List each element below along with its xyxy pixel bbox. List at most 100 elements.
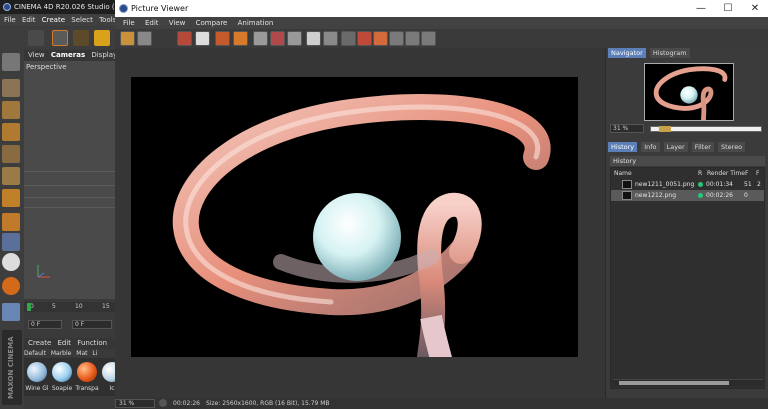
c4d-logo-icon xyxy=(3,3,11,11)
model-mode-icon[interactable] xyxy=(2,79,20,97)
edges-mode-icon[interactable] xyxy=(2,167,20,185)
navigator-zoom-slider[interactable] xyxy=(650,126,762,132)
material-menu-function[interactable]: Function xyxy=(77,339,107,347)
material-swatch[interactable]: Ic xyxy=(100,360,115,394)
c4d-menu-select[interactable]: Select xyxy=(71,16,93,24)
play-icon[interactable] xyxy=(405,31,420,46)
workplane-lock-icon[interactable] xyxy=(2,303,20,321)
select-tool-icon[interactable] xyxy=(52,30,68,46)
axis-gizmo-icon xyxy=(37,265,50,278)
history-row[interactable]: new1211_0051.png 00:01:34 51 2 xyxy=(611,179,764,190)
minimize-button[interactable]: — xyxy=(688,0,714,17)
pv-menu-view[interactable]: View xyxy=(169,19,186,27)
texture-mode-icon[interactable] xyxy=(2,101,20,119)
scale-tool-icon[interactable] xyxy=(94,30,110,46)
tab-filter[interactable]: Filter xyxy=(691,142,714,152)
c4d-menu-tools[interactable]: Tools xyxy=(99,16,115,24)
fit-icon[interactable] xyxy=(357,31,372,46)
close-button[interactable]: ✕ xyxy=(742,0,768,17)
points-mode-icon[interactable] xyxy=(2,145,20,163)
navigator-thumbnail[interactable] xyxy=(644,63,734,121)
channel-a-icon[interactable] xyxy=(306,31,321,46)
c4d-viewport[interactable]: Perspective xyxy=(24,61,115,299)
pv-menu-edit[interactable]: Edit xyxy=(145,19,159,27)
tab-info[interactable]: Info xyxy=(641,142,660,152)
copy-icon[interactable] xyxy=(215,31,230,46)
material-menu-edit[interactable]: Edit xyxy=(58,339,72,347)
sphere xyxy=(313,193,401,281)
material-tab[interactable]: Marble xyxy=(51,350,72,357)
axis-mode-icon[interactable] xyxy=(2,213,20,231)
material-tab[interactable]: Mat xyxy=(76,350,87,357)
status-zoom-field[interactable]: 31 % xyxy=(115,399,155,408)
channel-rgb-icon[interactable] xyxy=(323,31,338,46)
open-folder-icon[interactable] xyxy=(120,31,135,46)
tab-layer[interactable]: Layer xyxy=(663,142,688,152)
save-icon[interactable] xyxy=(137,31,152,46)
material-name: Soapie xyxy=(51,385,73,392)
material-swatch[interactable]: Transpa xyxy=(75,360,99,394)
material-tab[interactable]: Default xyxy=(24,350,46,357)
pv-menu-compare[interactable]: Compare xyxy=(196,19,228,27)
pv-menu-file[interactable]: File xyxy=(123,19,135,27)
rendered-image[interactable] xyxy=(131,77,578,357)
tab-navigator[interactable]: Navigator xyxy=(608,48,646,58)
pv-status-bar: 31 % 00:02:26 Size: 2560x1600, RGB (16 B… xyxy=(115,398,768,409)
redo-icon[interactable] xyxy=(28,30,44,46)
status-render-time: 00:02:26 xyxy=(173,400,200,407)
material-swatch[interactable]: Soapie xyxy=(50,360,74,394)
zoom-stepper-icon[interactable] xyxy=(159,399,167,407)
column-header-render-time[interactable]: Render Time xyxy=(707,169,745,178)
region-icon[interactable] xyxy=(177,31,192,46)
paste-icon[interactable] xyxy=(233,31,248,46)
navigator-tabs: Navigator Histogram xyxy=(608,48,692,58)
min-frame-field[interactable]: 0 F xyxy=(72,320,112,329)
grid-line xyxy=(24,171,115,172)
column-header-f[interactable]: F xyxy=(745,169,748,178)
column-header-name[interactable]: Name xyxy=(614,169,632,178)
zoom-slider-knob[interactable] xyxy=(659,126,671,132)
navigator-zoom-field[interactable]: 31 % xyxy=(610,124,644,133)
magnet-icon[interactable] xyxy=(2,277,20,295)
viewport-menu-display[interactable]: Display xyxy=(91,51,115,59)
c4d-menu-edit[interactable]: Edit xyxy=(22,16,36,24)
material-swatch[interactable]: Wine Gl xyxy=(25,360,49,394)
last-frame-icon[interactable] xyxy=(421,31,436,46)
image-canvas-area[interactable] xyxy=(115,48,605,398)
c4d-menu-create[interactable]: Create xyxy=(42,16,65,24)
material-tab[interactable]: Li xyxy=(92,350,97,357)
viewport-menu-view[interactable]: View xyxy=(28,51,45,59)
history-horizontal-scrollbar[interactable] xyxy=(613,379,763,386)
tab-history[interactable]: History xyxy=(608,142,638,152)
playhead-icon[interactable] xyxy=(27,303,31,311)
column-header-r[interactable]: R xyxy=(698,169,702,178)
channel-alpha-icon[interactable] xyxy=(341,31,356,46)
current-frame-field[interactable]: 0 F xyxy=(28,320,62,329)
stop-icon[interactable] xyxy=(373,31,388,46)
render-status-dot xyxy=(698,193,703,198)
viewport-menu-cameras[interactable]: Cameras xyxy=(51,51,85,59)
scrollbar-thumb[interactable] xyxy=(619,381,729,385)
make-editable-icon[interactable] xyxy=(2,53,20,71)
move-tool-icon[interactable] xyxy=(73,30,89,46)
snap-icon[interactable] xyxy=(2,253,20,271)
compare-a-icon[interactable] xyxy=(253,31,268,46)
render-settings-icon[interactable] xyxy=(195,31,210,46)
tab-histogram[interactable]: Histogram xyxy=(649,48,690,58)
workplane-mode-icon[interactable] xyxy=(2,123,20,141)
c4d-menu-file[interactable]: File xyxy=(4,16,16,24)
tweak-mode-icon[interactable] xyxy=(2,233,20,251)
compare-swap-icon[interactable] xyxy=(287,31,302,46)
polygons-mode-icon[interactable] xyxy=(2,189,20,207)
history-row-selected[interactable]: new1212.png 00:02:26 0 xyxy=(611,190,764,201)
maximize-button[interactable]: ☐ xyxy=(715,0,741,17)
compare-b-icon[interactable] xyxy=(270,31,285,46)
timeline-ruler[interactable]: 0 5 10 15 xyxy=(24,302,115,312)
pv-menu-animation[interactable]: Animation xyxy=(238,19,274,27)
tab-stereo[interactable]: Stereo xyxy=(717,142,746,152)
pv-toolbar xyxy=(115,29,768,48)
material-menu-create[interactable]: Create xyxy=(28,339,51,347)
column-header-f2[interactable]: F xyxy=(756,169,759,178)
first-frame-icon[interactable] xyxy=(389,31,404,46)
cinema4d-window: CINEMA 4D R20.026 Studio (RC - R File Ed… xyxy=(0,0,115,409)
